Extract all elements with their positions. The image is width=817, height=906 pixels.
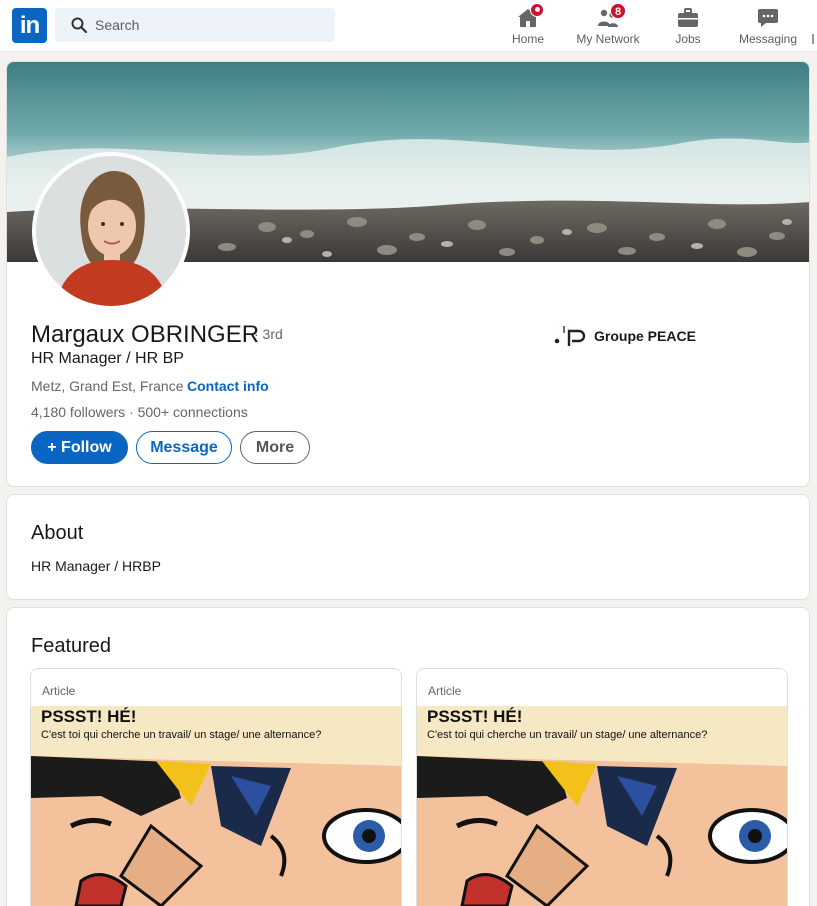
network-badge: 8 [610,3,626,19]
featured-headline: PSSST! HÉ! [41,707,136,726]
contact-info-link[interactable]: Contact info [187,378,269,394]
profile-stats: 4,180 followers · 500+ connections [31,404,248,420]
more-button[interactable]: More [240,431,310,464]
nav-my-network-label: My Network [576,32,640,46]
featured-title: Featured [31,635,112,657]
about-card: About HR Manager / HRBP [6,494,810,600]
nav-jobs-label: Jobs [675,32,701,46]
featured-image: PSSST! HÉ! C'est toi qui cherche un trav… [417,706,787,906]
connections-count[interactable]: · 500+ connections [129,404,248,420]
search-input[interactable] [95,8,325,42]
notification-dot [530,3,544,17]
featured-type: Article [428,684,462,698]
company-logo [554,326,586,346]
profile-photo [36,156,186,306]
company-name: Groupe PEACE [594,328,696,344]
about-title: About [31,522,84,544]
connection-degree: · 3rd [254,326,283,342]
featured-item[interactable]: Article PSSST! HÉ! C'est toi qui cherche… [30,668,402,906]
featured-headline: PSSST! HÉ! [427,707,522,726]
linkedin-logo[interactable]: in [12,8,47,43]
messaging-icon [758,9,778,27]
profile-avatar[interactable] [32,152,190,310]
featured-image: PSSST! HÉ! C'est toi qui cherche un trav… [31,706,401,906]
profile-name: Margaux OBRINGER [31,321,260,348]
profile-headline: HR Manager / HR BP [31,350,184,367]
profile-location: Metz, Grand Est, France · [31,378,193,394]
nav-overflow-edge [812,34,814,44]
nav-jobs[interactable]: Jobs [665,4,711,50]
about-text: HR Manager / HRBP [31,558,161,574]
search-icon [71,17,87,33]
featured-type: Article [42,684,76,698]
top-nav: in Home 8 My Network Jobs [0,0,817,52]
message-button[interactable]: Message [136,431,232,464]
featured-item[interactable]: Article PSSST! HÉ! C'est toi qui cherche… [416,668,788,906]
featured-card: Featured Article PSSST! HÉ! C'est toi qu… [6,607,810,906]
nav-messaging-label: Messaging [738,32,798,46]
followers-count: 4,180 followers [31,404,126,420]
follow-button[interactable]: + Follow [31,431,128,464]
nav-messaging[interactable]: Messaging [735,4,801,50]
briefcase-icon [678,8,698,27]
profile-card: Margaux OBRINGER · 3rd HR Manager / HR B… [6,61,810,487]
nav-home[interactable]: Home [505,3,551,50]
featured-subtext: C'est toi qui cherche un travail/ un sta… [427,729,707,741]
featured-subtext: C'est toi qui cherche un travail/ un sta… [41,729,321,741]
nav-my-network[interactable]: 8 My Network [570,3,646,50]
search-bar [55,8,335,42]
nav-home-label: Home [511,32,544,46]
